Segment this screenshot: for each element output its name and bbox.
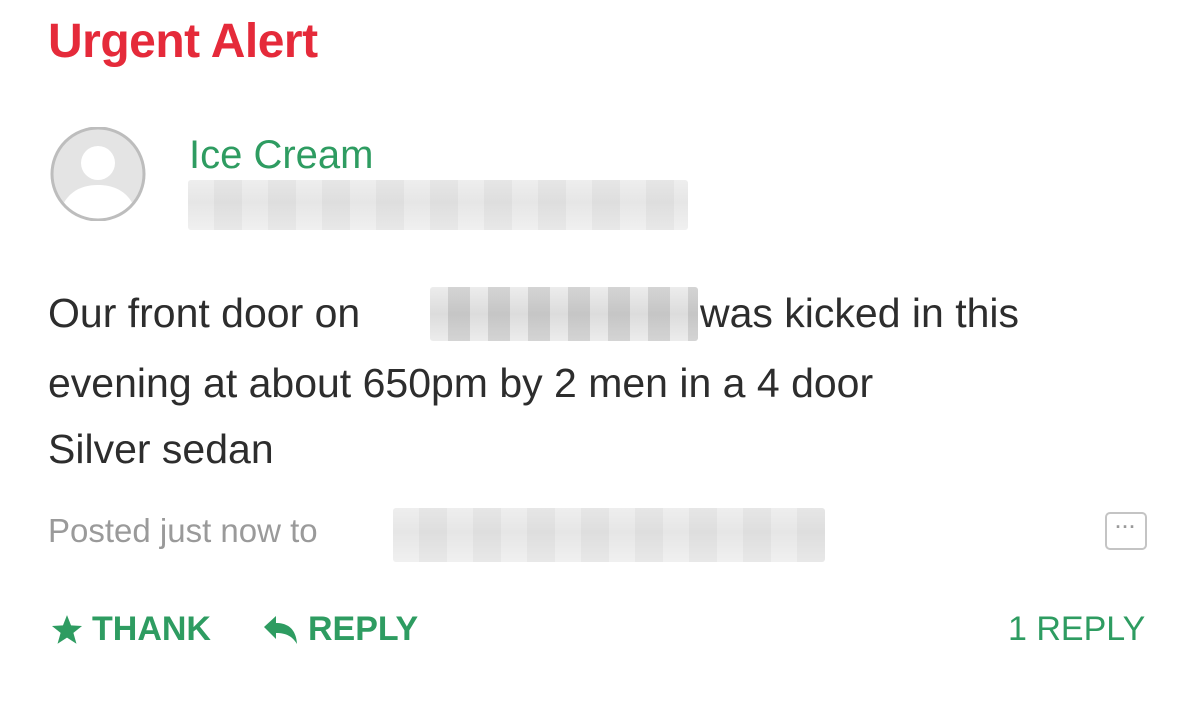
star-icon [51,614,83,644]
author-name[interactable]: Ice Cream [189,133,374,178]
post-body-line-2: evening at about 650pm by 2 men in a 4 d… [48,360,874,406]
thank-label: THANK [92,610,211,648]
post-body-line-1-end: was kicked in this [700,290,1019,337]
post-body-line-1: Our front door on [48,290,360,337]
reply-button[interactable]: REPLY [262,610,418,649]
redacted-street [430,287,698,341]
reply-label: REPLY [308,610,419,648]
post-body-line-3: Silver sedan [48,426,274,472]
more-options-icon: ··· [1115,517,1137,537]
alert-title: Urgent Alert [48,15,318,68]
post-body-text: was kicked in this [700,290,1020,336]
redacted-audience [393,508,825,562]
reply-arrow-icon [264,615,297,644]
default-avatar-icon[interactable] [48,126,152,222]
thank-button[interactable]: THANK [50,610,211,649]
redacted-neighborhood [188,180,688,230]
posted-meta: Posted just now to [48,512,318,549]
more-options-button[interactable]: ··· [1105,512,1147,550]
post-body-text: Our front door on [48,290,361,336]
reply-count-link[interactable]: 1 REPLY [1008,610,1145,649]
